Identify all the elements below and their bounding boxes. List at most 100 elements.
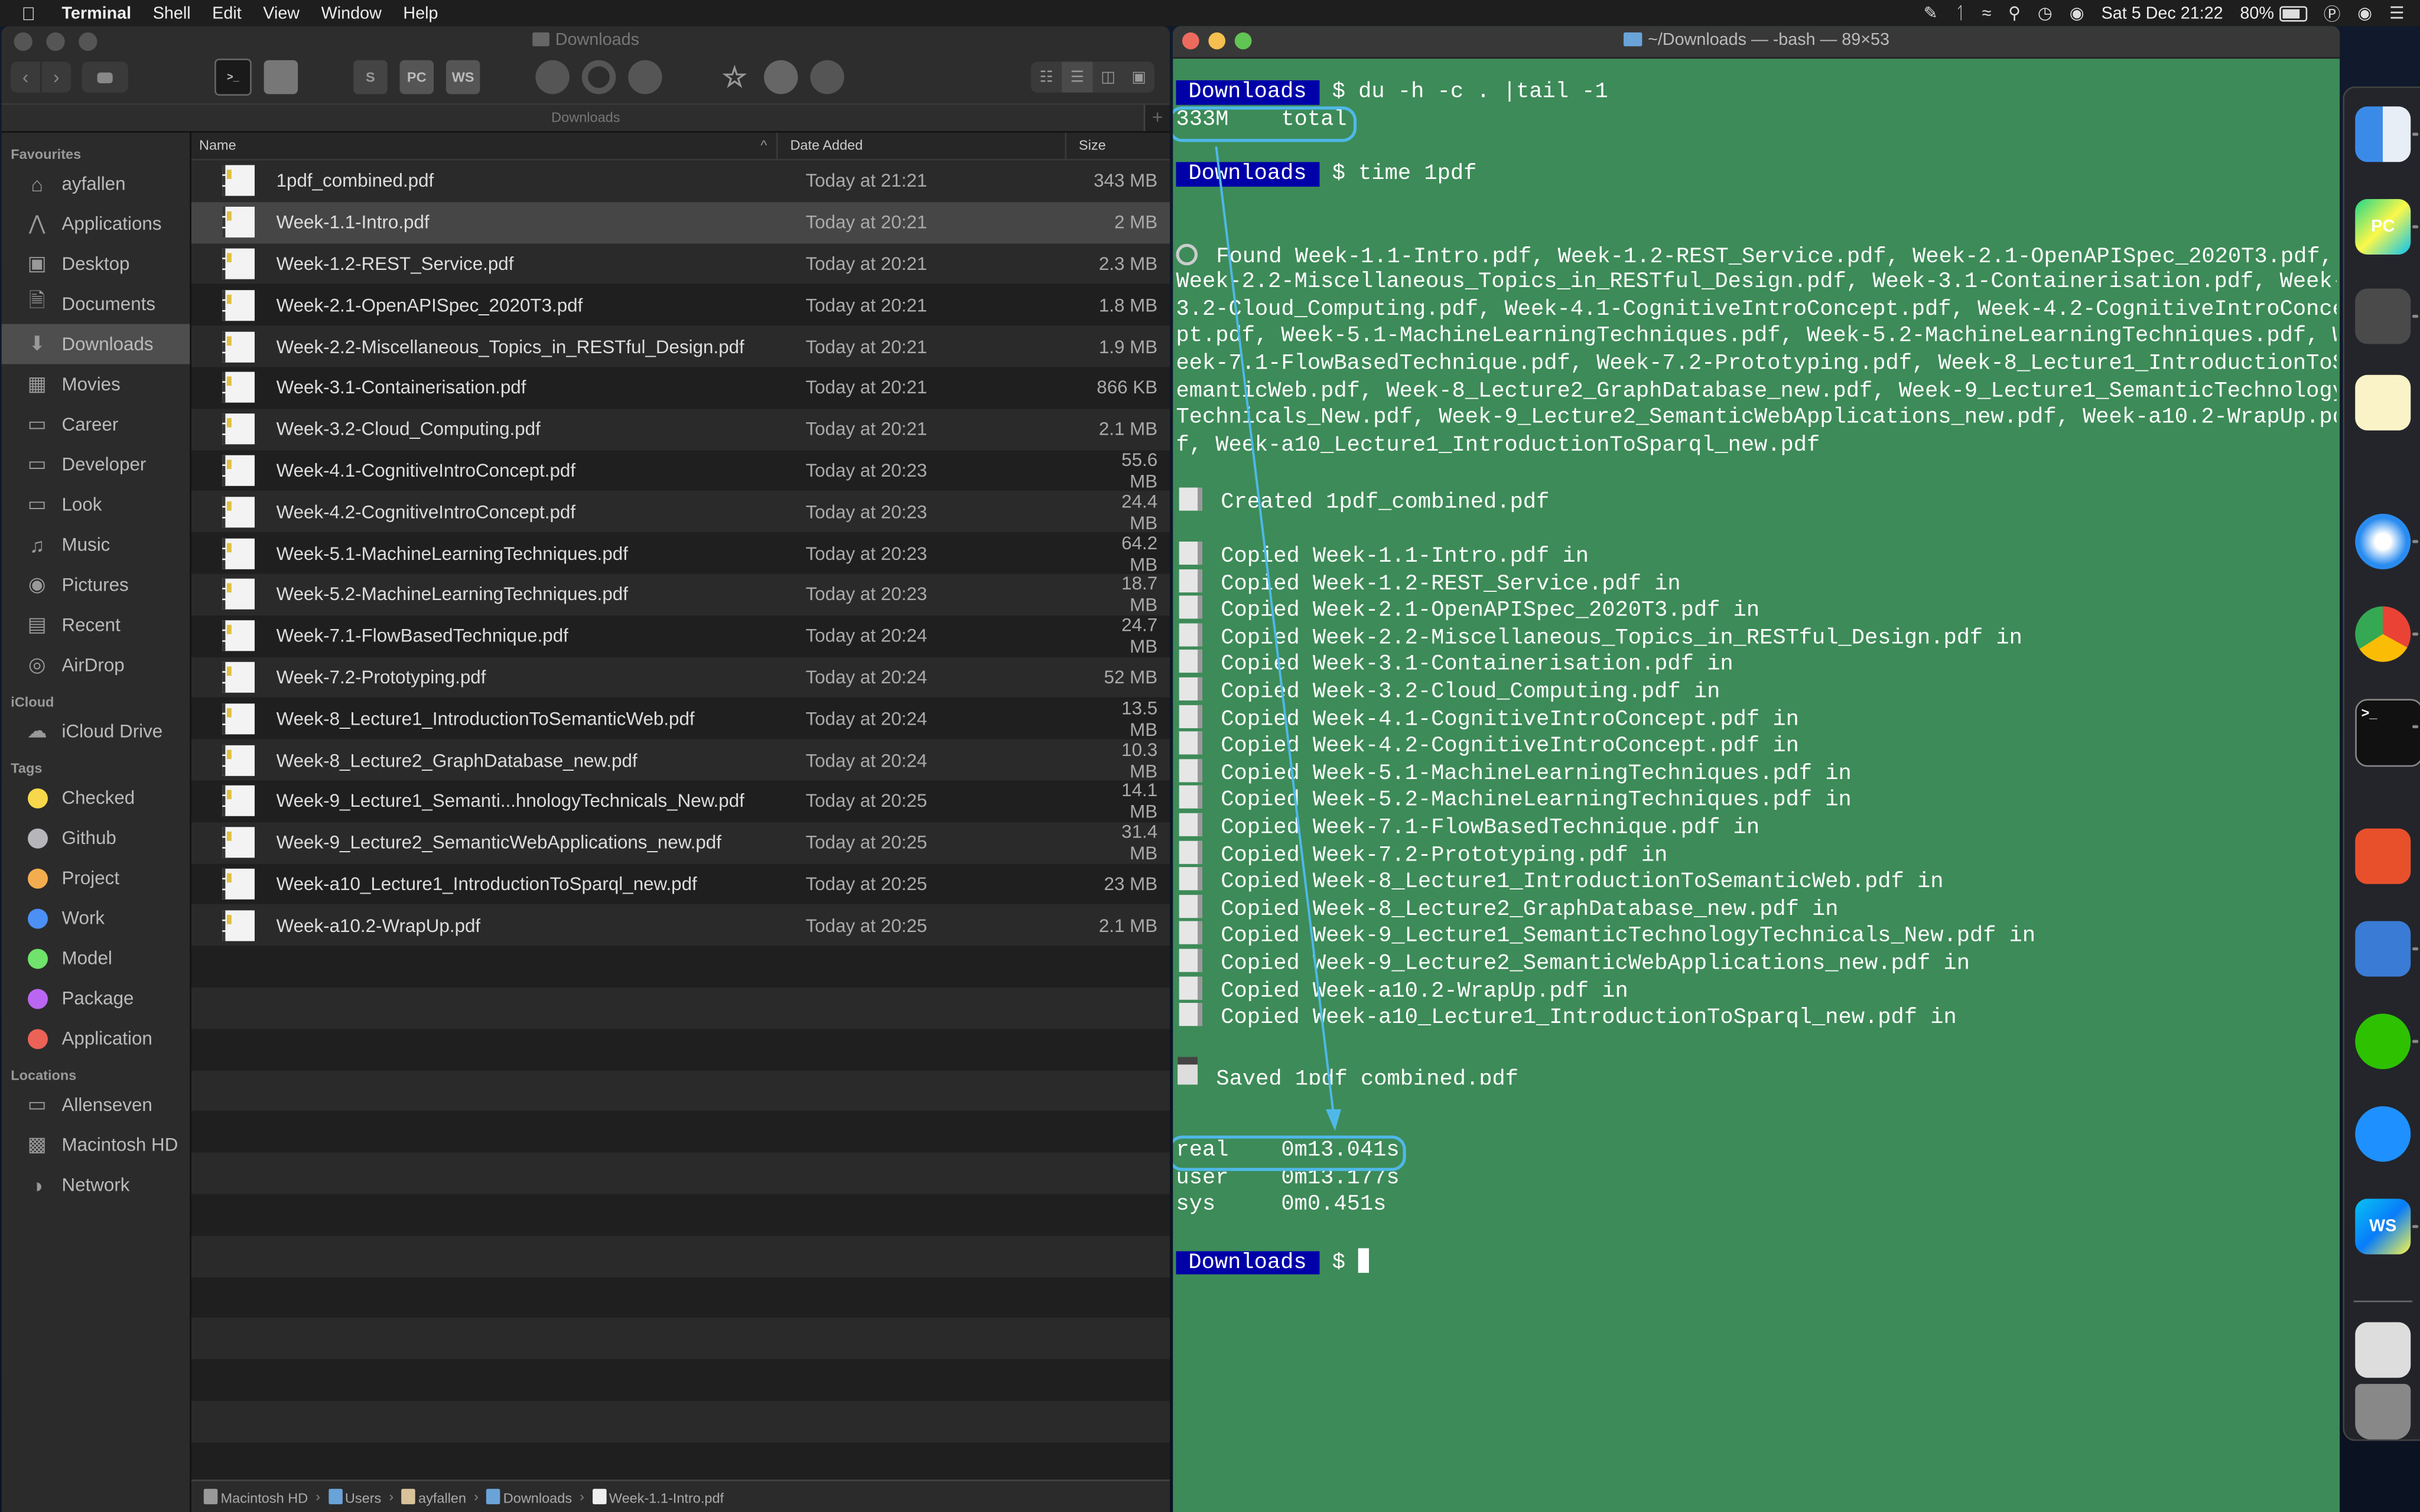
finder-tab[interactable]: Downloads +	[1, 105, 1170, 133]
file-row[interactable]: Week-1.1-Intro.pdf Today at 20:21 2 MB	[191, 201, 1170, 243]
sidebar-item-desktop[interactable]: ▣ Desktop	[2, 244, 190, 284]
file-row[interactable]: Week-8_Lecture1_IntroductionToSemanticWe…	[191, 697, 1170, 740]
file-row[interactable]: Week-8_Lecture2_GraphDatabase_new.pdf To…	[191, 738, 1170, 781]
dock-chrome-icon[interactable]	[2355, 606, 2411, 662]
sidebar-item-icloud-drive[interactable]: ☁ iCloud Drive	[2, 711, 190, 751]
forward-button[interactable]: ›	[41, 61, 71, 93]
sidebar-item-look[interactable]: ▭ Look	[2, 484, 190, 524]
column-header-date-added[interactable]: Date Added	[776, 132, 1065, 159]
file-row[interactable]: Week-3.2-Cloud_Computing.pdf Today at 20…	[191, 408, 1170, 450]
sidebar-item-github[interactable]: Github	[2, 817, 190, 858]
edge-icon[interactable]	[628, 60, 662, 94]
spotlight-search-icon[interactable]: ⚲	[2008, 3, 2021, 23]
file-row[interactable]: Week-4.1-CognitiveIntroConcept.pdf Today…	[191, 449, 1170, 492]
pycharm-icon[interactable]: PC	[399, 60, 434, 94]
sidebar-item-ayfallen[interactable]: ⌂ ayfallen	[2, 164, 190, 204]
dock-pycharm-icon[interactable]: PC	[2355, 198, 2411, 255]
path-segment[interactable]: Users	[328, 1488, 381, 1505]
bluetooth-icon[interactable]: ᛐ	[1955, 4, 1965, 22]
control-center-icon[interactable]: ☰	[2389, 3, 2405, 23]
menu-edit[interactable]: Edit	[212, 4, 242, 22]
sidebar-item-application[interactable]: Application	[2, 1018, 190, 1058]
sidebar-item-downloads[interactable]: ⬇ Downloads	[1, 324, 190, 364]
new-tab-button[interactable]: +	[1143, 105, 1170, 132]
trash-app-icon[interactable]	[264, 60, 298, 94]
dock-finder-icon[interactable]	[2355, 106, 2411, 162]
imovie-icon[interactable]: ☆	[718, 60, 752, 94]
sidebar-item-macintosh-hd[interactable]: ▩ Macintosh HD	[2, 1125, 190, 1165]
sidebar-item-applications[interactable]: ⋀ Applications	[2, 204, 190, 244]
sidebar-item-model[interactable]: Model	[2, 938, 190, 978]
sidebar-item-pictures[interactable]: ◉ Pictures	[2, 565, 190, 605]
gallery-view-button[interactable]: ▣	[1124, 61, 1154, 92]
file-row[interactable]: Week-7.1-FlowBasedTechnique.pdf Today at…	[191, 614, 1170, 657]
dock-sublime-text-icon[interactable]	[2355, 288, 2411, 344]
file-row[interactable]: Week-1.2-REST_Service.pdf Today at 20:21…	[191, 243, 1170, 285]
wifi-icon[interactable]: ≈	[1982, 4, 1992, 22]
menu-terminal[interactable]: Terminal	[61, 4, 131, 22]
dock-dictionary-icon[interactable]	[2355, 921, 2411, 977]
opera-icon[interactable]	[581, 60, 616, 94]
icon-view-button[interactable]: ☷	[1031, 61, 1062, 92]
dock-safari-icon[interactable]	[2355, 513, 2411, 569]
file-row[interactable]: Week-2.1-OpenAPISpec_2020T3.pdf Today at…	[191, 284, 1170, 326]
archive-icon[interactable]	[764, 60, 798, 94]
wechat-icon[interactable]: ◉	[2357, 3, 2372, 23]
sidebar-item-recent[interactable]: ▤ Recent	[2, 605, 190, 645]
file-row[interactable]: Week-2.2-Miscellaneous_Topics_in_RESTful…	[191, 325, 1170, 367]
sidebar-item-airdrop[interactable]: ◎ AirDrop	[2, 645, 190, 685]
sidebar-item-documents[interactable]: 🗎 Documents	[2, 284, 190, 324]
column-header-name[interactable]: Name ^	[191, 133, 776, 159]
sidebar-item-developer[interactable]: ▭ Developer	[2, 444, 190, 484]
dock-terminal-icon[interactable]: >_	[2355, 699, 2420, 767]
file-row[interactable]: Week-5.2-MachineLearningTechniques.pdf T…	[191, 573, 1170, 616]
webstorm-icon[interactable]: WS	[445, 60, 480, 94]
wordpress-icon[interactable]: Ⓟ	[2324, 1, 2341, 25]
file-row[interactable]: Week-4.2-CognitiveIntroConcept.pdf Today…	[191, 490, 1170, 533]
clock[interactable]: Sat 5 Dec 21:22	[2102, 4, 2223, 22]
time-machine-icon[interactable]: ◷	[2038, 3, 2053, 23]
binoculars-icon[interactable]	[810, 60, 844, 94]
sidebar-item-movies[interactable]: ▦ Movies	[2, 364, 190, 404]
terminal-app-icon[interactable]: >_	[214, 58, 252, 96]
owl-icon[interactable]: ◉	[2070, 3, 2084, 23]
file-row[interactable]: Week-7.2-Prototyping.pdf Today at 20:24 …	[191, 656, 1170, 698]
dock-preview-stack-icon[interactable]	[2355, 1322, 2411, 1378]
path-segment[interactable]: Downloads	[486, 1488, 572, 1505]
menu-help[interactable]: Help	[403, 4, 438, 22]
file-row[interactable]: 1pdf_combined.pdf Today at 21:21 343 MB	[191, 160, 1170, 202]
menu-window[interactable]: Window	[321, 4, 382, 22]
sidebar-item-work[interactable]: Work	[2, 898, 190, 938]
dock-pdf-app-icon[interactable]	[2355, 828, 2411, 884]
path-segment[interactable]: Macintosh HD	[203, 1488, 308, 1505]
back-button[interactable]: ‹	[11, 61, 40, 93]
file-row[interactable]: Week-9_Lecture1_Semanti...hnologyTechnic…	[191, 780, 1170, 823]
battery-status[interactable]: 80%	[2240, 4, 2307, 22]
sidebar-item-allenseven[interactable]: ▭ Allenseven	[2, 1084, 190, 1125]
path-segment[interactable]: ayfallen	[401, 1488, 466, 1505]
column-view-button[interactable]: ◫	[1092, 61, 1123, 92]
sidebar-item-music[interactable]: ♫ Music	[2, 524, 190, 565]
file-row[interactable]: Week-9_Lecture2_SemanticWebApplications_…	[191, 821, 1170, 864]
dock-notes-icon[interactable]	[2355, 374, 2411, 431]
sidebar-item-checked[interactable]: Checked	[2, 778, 190, 818]
dock-wechat-icon[interactable]	[2355, 1014, 2411, 1070]
dock-chat-app-icon[interactable]	[2355, 1106, 2411, 1162]
sidebar-item-project[interactable]: Project	[2, 858, 190, 898]
file-row[interactable]: Week-5.1-MachineLearningTechniques.pdf T…	[191, 532, 1170, 575]
column-header-size[interactable]: Size	[1065, 132, 1170, 159]
list-view-button[interactable]: ☰	[1062, 61, 1093, 93]
firefox-icon[interactable]	[535, 60, 570, 94]
menu-view[interactable]: View	[263, 4, 300, 22]
sidebar-item-network[interactable]: ◑ Network	[2, 1165, 190, 1205]
path-segment[interactable]: Week-1.1-Intro.pdf	[592, 1488, 724, 1505]
dock-trash-icon[interactable]	[2355, 1384, 2411, 1440]
sidebar-item-career[interactable]: ▭ Career	[2, 404, 190, 444]
pen-icon[interactable]: ✎	[1924, 3, 1938, 23]
sidebar-item-package[interactable]: Package	[2, 978, 190, 1018]
menu-shell[interactable]: Shell	[153, 4, 191, 22]
terminal-output[interactable]: Downloads $ du -h -c . |tail -1 333M tota…	[1176, 58, 2337, 1512]
apple-menu-icon[interactable]: 	[22, 2, 44, 24]
file-row[interactable]: Week-a10.2-WrapUp.pdf Today at 20:25 2.1…	[191, 904, 1170, 946]
file-row[interactable]: Week-a10_Lecture1_IntroductionToSparql_n…	[191, 863, 1170, 905]
